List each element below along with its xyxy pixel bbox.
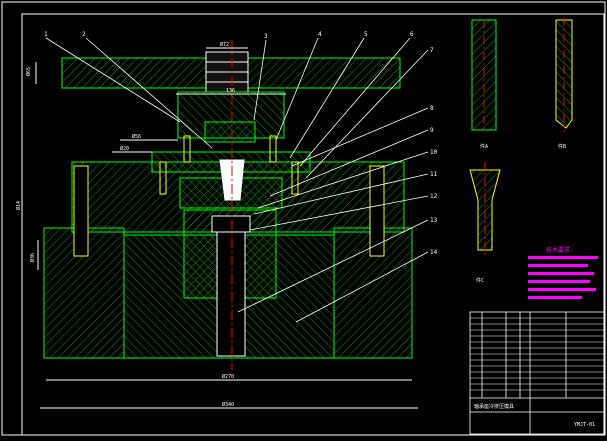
callout-13: 13: [430, 217, 438, 224]
assembly-drawing: Ø72 136 Ø56 Ø20 Ø65 Ø14 Ø36 Ø270 Ø340 1 …: [1, 1, 606, 436]
guide-post-left: [73, 165, 89, 257]
callout-14: 14: [430, 249, 438, 256]
dim-left-height-main: Ø14: [15, 201, 22, 210]
callout-8: 8: [430, 105, 434, 112]
dim-left-offset: Ø20: [120, 145, 129, 152]
tech-requirements-title: 技术要求: [546, 246, 570, 254]
callout-9: 9: [430, 127, 434, 134]
dim-base-width: Ø270: [222, 373, 234, 380]
dim-mid-width: 136: [226, 88, 235, 94]
part-label-punch: 件C: [476, 277, 484, 284]
callout-1: 1: [44, 31, 48, 38]
title-block-title: 轴承座冷挤压模具: [474, 403, 514, 410]
callout-5: 5: [364, 31, 368, 38]
part-label-pin: 件A: [480, 143, 488, 150]
callout-12: 12: [430, 193, 438, 200]
tech-requirements-text: [528, 256, 598, 299]
callout-3: 3: [264, 33, 268, 40]
title-block-drawing-no: YMJT-01: [574, 422, 595, 428]
callout-10: 10: [430, 149, 438, 156]
dim-left-height-top: Ø65: [25, 67, 32, 76]
dim-base-total: Ø340: [222, 401, 234, 408]
callout-6: 6: [410, 31, 414, 38]
part-label-rod: 件B: [558, 143, 566, 150]
cad-drawing-canvas: Ø72 136 Ø56 Ø20 Ø65 Ø14 Ø36 Ø270 Ø340 1 …: [0, 0, 607, 437]
ejector-rod: [216, 231, 246, 357]
callout-2: 2: [82, 31, 86, 38]
dim-slot-width: Ø36: [29, 253, 36, 262]
title-block: [469, 311, 605, 435]
callout-4: 4: [318, 31, 322, 38]
dim-top-width: Ø72: [220, 41, 229, 48]
callout-7: 7: [430, 47, 434, 54]
dim-upper-left: Ø56: [132, 133, 141, 140]
callout-11: 11: [430, 171, 438, 178]
